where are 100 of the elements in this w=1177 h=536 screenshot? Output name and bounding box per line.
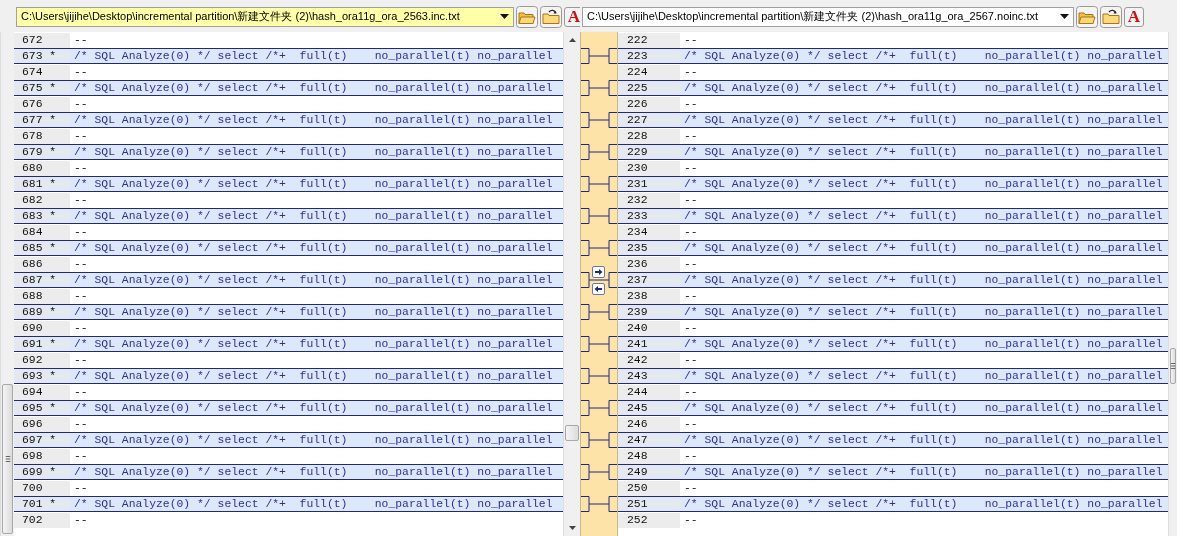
line-number: 693 * xyxy=(14,369,70,383)
code-text: -- xyxy=(73,257,89,272)
code-text: -- xyxy=(683,225,699,240)
line-number: 692 xyxy=(14,353,70,368)
line-number: 687 * xyxy=(14,273,70,287)
scroll-thumb[interactable] xyxy=(2,384,13,534)
line-number: 701 * xyxy=(14,497,70,511)
code-text: -- xyxy=(683,353,699,368)
line-number: 676 xyxy=(14,97,70,112)
line-number: 688 xyxy=(14,289,70,304)
copy-left-arrow-icon[interactable] xyxy=(592,283,605,295)
line-number: 680 xyxy=(14,161,70,176)
code-text: /* SQL Analyze(0) */ select /*+ full(t) no_parallel(t) no_parallel xyxy=(680,49,1168,63)
code-text: /* SQL Analyze(0) */ select /*+ full(t) no_parallel(t) no_parallel xyxy=(70,465,563,479)
line-number: 673 * xyxy=(14,49,70,63)
code-text: -- xyxy=(73,65,89,80)
line-number: 700 xyxy=(14,481,70,496)
code-text: /* SQL Analyze(0) */ select /*+ full(t) no_parallel(t) no_parallel xyxy=(680,145,1168,159)
line-number: 224 xyxy=(618,65,680,80)
line-number: 682 xyxy=(14,193,70,208)
code-text: -- xyxy=(73,481,89,496)
code-text: /* SQL Analyze(0) */ select /*+ full(t) no_parallel(t) no_parallel xyxy=(70,145,563,159)
line-number: 685 * xyxy=(14,241,70,255)
file-path-combo[interactable]: C:\Users\jijihe\Desktop\incremental partition\新建文件夹 (2)\hash_ora11g_ora_2563.inc.txt xyxy=(16,6,514,27)
dropdown-caret-icon[interactable] xyxy=(500,14,509,19)
code-text: /* SQL Analyze(0) */ select /*+ full(t) no_parallel(t) no_parallel xyxy=(70,241,563,255)
line-number: 695 * xyxy=(14,401,70,415)
line-number: 681 * xyxy=(14,177,70,191)
code-text: /* SQL Analyze(0) */ select /*+ full(t) no_parallel(t) no_parallel xyxy=(680,113,1168,127)
font-button[interactable]: A xyxy=(564,6,580,27)
line-number: 227 xyxy=(618,113,680,127)
line-number: 250 xyxy=(618,481,680,496)
line-number: 243 xyxy=(618,369,680,383)
line-number: 679 * xyxy=(14,145,70,159)
line-number: 223 xyxy=(618,49,680,63)
line-number: 694 xyxy=(14,385,70,400)
code-text: /* SQL Analyze(0) */ select /*+ full(t) no_parallel(t) no_parallel xyxy=(70,113,563,127)
scroll-thumb[interactable] xyxy=(565,425,579,441)
code-text: /* SQL Analyze(0) */ select /*+ full(t) no_parallel(t) no_parallel xyxy=(70,81,563,95)
dropdown-caret-icon[interactable] xyxy=(1060,14,1069,19)
line-number: 228 xyxy=(618,129,680,144)
line-number: 240 xyxy=(618,321,680,336)
code-text: /* SQL Analyze(0) */ select /*+ full(t) no_parallel(t) no_parallel xyxy=(70,209,563,223)
line-number: 239 xyxy=(618,305,680,319)
code-text: /* SQL Analyze(0) */ select /*+ full(t) no_parallel(t) no_parallel xyxy=(680,401,1168,415)
line-number: 684 xyxy=(14,225,70,240)
code-text: /* SQL Analyze(0) */ select /*+ full(t) no_parallel(t) no_parallel xyxy=(680,305,1168,319)
line-number: 246 xyxy=(618,417,680,432)
code-text: /* SQL Analyze(0) */ select /*+ full(t) no_parallel(t) no_parallel xyxy=(680,273,1168,287)
line-number: 222 xyxy=(618,33,680,48)
code-text: /* SQL Analyze(0) */ select /*+ full(t) no_parallel(t) no_parallel xyxy=(70,177,563,191)
code-text: -- xyxy=(683,33,699,48)
copy-right-arrow-icon[interactable] xyxy=(592,266,605,278)
open-folder-icon[interactable] xyxy=(516,5,538,28)
line-number: 686 xyxy=(14,257,70,272)
code-text: -- xyxy=(73,225,89,240)
code-text: -- xyxy=(73,161,89,176)
line-number: 236 xyxy=(618,257,680,272)
code-text: /* SQL Analyze(0) */ select /*+ full(t) no_parallel(t) no_parallel xyxy=(680,433,1168,447)
code-text: /* SQL Analyze(0) */ select /*+ full(t) no_parallel(t) no_parallel xyxy=(70,433,563,447)
line-number: 252 xyxy=(618,513,680,528)
line-number: 697 * xyxy=(14,433,70,447)
code-text: -- xyxy=(683,97,699,112)
reload-folder-icon[interactable] xyxy=(540,5,562,28)
code-text: -- xyxy=(73,353,89,368)
code-text: -- xyxy=(683,385,699,400)
line-number: 702 xyxy=(14,513,70,528)
code-text: /* SQL Analyze(0) */ select /*+ full(t) no_parallel(t) no_parallel xyxy=(680,497,1168,511)
line-number: 241 xyxy=(618,337,680,351)
reload-folder-icon[interactable] xyxy=(1100,5,1122,28)
line-number: 234 xyxy=(618,225,680,240)
line-number: 696 xyxy=(14,417,70,432)
line-number: 689 * xyxy=(14,305,70,319)
code-text: -- xyxy=(683,481,699,496)
code-text: /* SQL Analyze(0) */ select /*+ full(t) no_parallel(t) no_parallel xyxy=(70,273,563,287)
line-number: 232 xyxy=(618,193,680,208)
code-text: -- xyxy=(683,129,699,144)
code-text: /* SQL Analyze(0) */ select /*+ full(t) no_parallel(t) no_parallel xyxy=(680,209,1168,223)
line-number: 672 xyxy=(14,33,70,48)
code-text: /* SQL Analyze(0) */ select /*+ full(t) no_parallel(t) no_parallel xyxy=(680,177,1168,191)
scroll-up-icon[interactable] xyxy=(568,38,576,42)
code-text: -- xyxy=(683,449,699,464)
line-number: 699 * xyxy=(14,465,70,479)
line-number: 683 * xyxy=(14,209,70,223)
line-number: 691 * xyxy=(14,337,70,351)
line-number: 678 xyxy=(14,129,70,144)
open-folder-icon[interactable] xyxy=(1076,5,1098,28)
line-number: 242 xyxy=(618,353,680,368)
file-path-combo[interactable]: C:\Users\jijihe\Desktop\incremental partition\新建文件夹 (2)\hash_ora11g_ora_2567.noinc.txt xyxy=(582,6,1074,27)
line-number: 225 xyxy=(618,81,680,95)
line-number: 690 xyxy=(14,321,70,336)
code-text: -- xyxy=(73,193,89,208)
line-number: 229 xyxy=(618,145,680,159)
code-text: -- xyxy=(73,449,89,464)
code-text: -- xyxy=(683,513,699,528)
scroll-thumb[interactable] xyxy=(1170,348,1176,384)
scroll-down-icon[interactable] xyxy=(568,526,576,530)
font-button[interactable]: A xyxy=(1124,6,1144,27)
code-text: -- xyxy=(73,97,89,112)
code-text: /* SQL Analyze(0) */ select /*+ full(t) no_parallel(t) no_parallel xyxy=(70,401,563,415)
